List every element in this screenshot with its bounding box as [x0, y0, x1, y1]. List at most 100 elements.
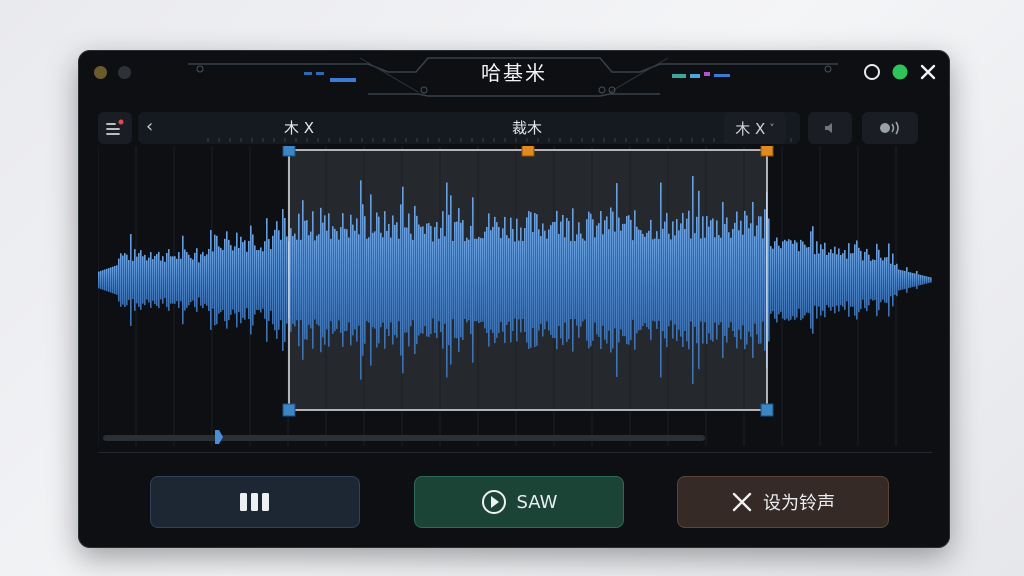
wave-bar — [588, 211, 590, 349]
wave-bar — [314, 240, 316, 320]
wave-bar — [368, 237, 370, 323]
waveform[interactable] — [98, 146, 932, 456]
wave-bar — [270, 249, 272, 311]
wave-bar — [356, 218, 358, 342]
wave-bar — [662, 228, 664, 332]
window-dot-maximize[interactable] — [118, 66, 131, 79]
scrub-thumb[interactable] — [214, 430, 224, 444]
wave-bar — [216, 235, 218, 325]
wave-bar — [404, 227, 406, 333]
waveform-area[interactable] — [98, 146, 932, 456]
wave-bar — [308, 235, 310, 325]
wave-bar — [146, 260, 148, 300]
wave-bar — [222, 249, 224, 311]
wave-bar — [708, 226, 710, 334]
wave-bar — [186, 252, 188, 308]
wave-bar — [760, 216, 762, 344]
sound-button[interactable] — [862, 112, 918, 144]
wave-bar — [600, 211, 602, 349]
wave-bar — [242, 242, 244, 318]
wave-bar — [834, 246, 836, 314]
back-icon[interactable]: ‹ — [146, 112, 153, 142]
wave-bar — [658, 239, 660, 321]
wave-bar — [224, 238, 226, 322]
wave-bar — [554, 221, 556, 339]
wave-bar — [394, 224, 396, 336]
wave-bar — [566, 217, 568, 343]
wave-bar — [180, 258, 182, 302]
wave-bar — [102, 270, 104, 290]
save-button[interactable]: SAW — [414, 476, 624, 528]
wave-bar — [516, 218, 518, 342]
wave-bar — [898, 269, 900, 291]
wave-bar — [302, 200, 304, 360]
scrub-track[interactable] — [103, 435, 705, 441]
wave-bar — [290, 228, 292, 332]
record-button[interactable] — [862, 62, 882, 82]
wave-bar — [674, 235, 676, 325]
wave-bar — [578, 222, 580, 338]
wave-bar — [790, 240, 792, 320]
wave-bar — [472, 197, 474, 363]
center-label: 裁木 — [512, 119, 543, 137]
pause-button[interactable] — [150, 476, 360, 528]
wave-bar — [238, 247, 240, 313]
wave-bar — [772, 248, 774, 312]
wave-bar — [256, 250, 258, 310]
wave-bar — [486, 227, 488, 333]
right-label: 木 X — [735, 119, 766, 138]
handle-top-right[interactable] — [760, 146, 774, 157]
handle-bottom-right[interactable] — [760, 403, 774, 417]
wave-bar — [504, 216, 506, 344]
wave-bar — [914, 273, 916, 287]
wave-bar — [532, 232, 534, 328]
wave-bar — [560, 221, 562, 339]
window-title: 哈基米 — [481, 61, 547, 85]
wave-bar — [714, 237, 716, 323]
wave-bar — [182, 235, 184, 325]
volume-button[interactable] — [808, 112, 852, 144]
ruler-ticks — [207, 138, 792, 142]
wave-bar — [468, 239, 470, 321]
wave-bar — [466, 237, 468, 323]
handle-top-center[interactable] — [521, 146, 535, 157]
wave-bar — [812, 226, 814, 334]
timeline-ruler[interactable]: ‹ 木 X 裁木 — [138, 112, 800, 144]
wave-bar — [480, 237, 482, 323]
wave-bar — [422, 226, 424, 334]
status-indicator[interactable] — [890, 62, 910, 82]
window-dot-minimize[interactable] — [94, 66, 107, 79]
wave-bar — [434, 227, 436, 333]
wave-bar — [386, 230, 388, 330]
wave-bar — [620, 230, 622, 330]
wave-bar — [660, 182, 662, 378]
wave-bar — [330, 238, 332, 322]
close-button[interactable] — [918, 62, 938, 82]
wave-bar — [890, 263, 892, 297]
wave-bar — [698, 190, 700, 370]
wave-bar — [492, 226, 494, 334]
set-ringtone-button[interactable]: 设为铃声 — [677, 476, 889, 528]
menu-button[interactable] — [98, 112, 132, 144]
wave-bar — [854, 244, 856, 316]
wave-bar — [334, 228, 336, 332]
wave-bar — [432, 241, 434, 319]
wave-bar — [930, 277, 932, 283]
wave-bar — [686, 218, 688, 342]
handle-top-left[interactable] — [282, 146, 296, 157]
wave-bar — [836, 254, 838, 306]
wave-bar — [862, 260, 864, 300]
wave-bar — [496, 222, 498, 338]
wave-bar — [244, 240, 246, 320]
wave-bar — [788, 239, 790, 321]
wave-bar — [264, 241, 266, 319]
wave-bar — [580, 233, 582, 327]
wave-bar — [332, 226, 334, 334]
menu-icon — [106, 119, 124, 135]
wave-bar — [322, 222, 324, 338]
right-dropdown[interactable]: 木 X ˅ — [724, 112, 786, 144]
wave-bar — [358, 234, 360, 326]
handle-bottom-left[interactable] — [282, 403, 296, 417]
wave-bar — [418, 224, 420, 336]
wave-bar — [596, 225, 598, 335]
